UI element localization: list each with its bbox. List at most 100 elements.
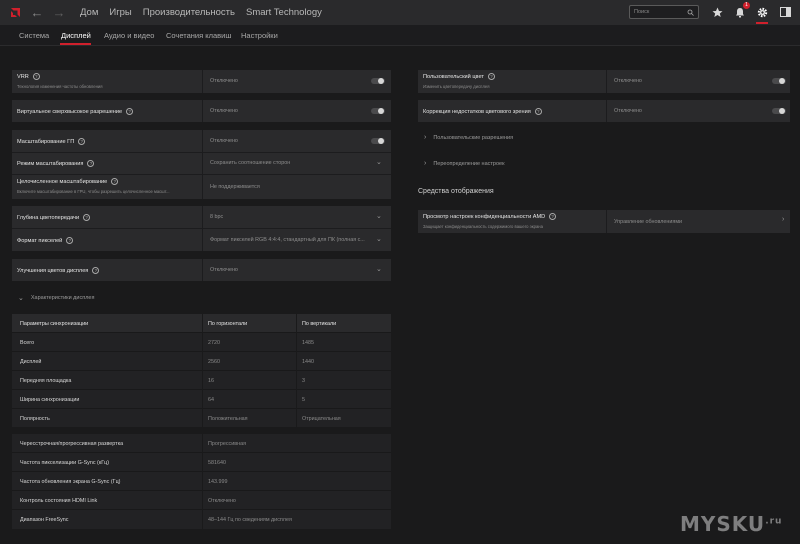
- chevron-right-icon: ›: [424, 134, 427, 141]
- active-gear-indicator: [756, 22, 768, 24]
- notifications-bell-icon[interactable]: 1: [733, 2, 750, 19]
- table-cell: 64: [208, 397, 214, 403]
- table-cell: Прогрессивная: [208, 441, 246, 447]
- table-header-cell: Параметры синхронизации: [20, 321, 89, 327]
- help-icon[interactable]: ?: [534, 108, 542, 115]
- sidebar-panel-icon[interactable]: [778, 5, 792, 19]
- tab-audio-video[interactable]: Аудио и видео: [104, 31, 154, 40]
- custom-color-label: Пользовательский цвет: [423, 73, 484, 80]
- vrr-setting-card: VRR? Технология изменения частоты обновл…: [12, 70, 391, 93]
- forward-arrow-icon[interactable]: →: [48, 5, 70, 20]
- table-cell: Частота пикселизации G-Sync (кГц): [20, 460, 110, 466]
- color-correction-card: Коррекция недостатков цветового зрения? …: [418, 100, 790, 122]
- table-cell: 48–144 Гц по сведениям дисплея: [208, 517, 292, 523]
- pixel-format-label: Формат пикселей: [17, 237, 63, 244]
- privacy-card[interactable]: Просмотр настроек конфиденциальности AMD…: [418, 210, 790, 233]
- help-icon[interactable]: ?: [66, 237, 74, 244]
- table-cell: Чересстрочная/прогрессивная развертка: [20, 441, 124, 447]
- nav-tab-performance[interactable]: Производительность: [143, 7, 235, 18]
- active-tab-indicator: [60, 43, 91, 45]
- integer-scaling-label: Целочисленное масштабирование: [17, 178, 108, 185]
- table-header-cell: По вертикали: [302, 321, 337, 327]
- nav-tab-smart-technology[interactable]: Smart Technology: [246, 7, 322, 18]
- color-enhancement-value[interactable]: Отключено: [210, 267, 238, 273]
- privacy-label: Просмотр настроек конфиденциальности AMD: [423, 213, 546, 220]
- back-arrow-icon[interactable]: ←: [26, 5, 48, 20]
- gpu-scaling-label: Масштабирование ГП: [17, 138, 75, 145]
- color-correction-toggle[interactable]: [772, 108, 786, 114]
- amd-logo-icon[interactable]: [4, 0, 26, 25]
- table-cell: 581640: [208, 460, 226, 466]
- vsr-label: Виртуальное сверхвысокое разрешение: [17, 108, 123, 115]
- chevron-right-icon: ›: [424, 160, 427, 167]
- chevron-down-icon[interactable]: ⌄: [376, 212, 382, 220]
- settings-subtabs: Система Дисплей Аудио и видео Сочетания …: [0, 25, 800, 46]
- table-cell: Отключено: [208, 498, 236, 504]
- help-icon[interactable]: ?: [92, 267, 100, 274]
- table-cell: 1485: [302, 340, 314, 346]
- custom-resolutions-link[interactable]: › Пользовательские разрешения: [424, 134, 513, 141]
- timing-table: Параметры синхронизации По горизонтали П…: [12, 314, 391, 427]
- vrr-toggle[interactable]: [371, 78, 385, 84]
- help-icon[interactable]: ?: [87, 160, 95, 167]
- chevron-down-icon[interactable]: ⌄: [376, 235, 382, 243]
- custom-resolutions-label: Пользовательские разрешения: [433, 134, 514, 141]
- table-cell: Отрицательная: [302, 416, 341, 422]
- gpu-scaling-toggle[interactable]: [371, 138, 385, 144]
- pixel-format-value[interactable]: Формат пикселей RGB 4:4:4, стандартный д…: [210, 237, 370, 243]
- table-cell: Всего: [20, 340, 35, 346]
- custom-color-value: Отключено: [614, 78, 642, 84]
- notification-badge: 1: [743, 2, 750, 9]
- watermark-text: MYSKU: [680, 512, 766, 536]
- table-cell: 16: [208, 378, 214, 384]
- scaling-mode-label: Режим масштабирования: [17, 160, 84, 167]
- chevron-right-icon[interactable]: ›: [782, 216, 784, 223]
- display-tools-heading: Средства отображения: [418, 188, 494, 195]
- settings-override-link[interactable]: › Переопределение настроек: [424, 160, 505, 167]
- tab-system[interactable]: Система: [19, 31, 49, 40]
- help-icon[interactable]: ?: [111, 178, 119, 185]
- chevron-down-icon: ⌄: [18, 295, 24, 302]
- search-placeholder: Поиск: [634, 9, 650, 15]
- tab-display[interactable]: Дисплей: [61, 31, 91, 40]
- chevron-down-icon[interactable]: ⌄: [376, 265, 382, 273]
- help-icon[interactable]: ?: [78, 138, 86, 145]
- site-watermark: MYSKU.ru: [680, 512, 782, 536]
- table-cell: 5: [302, 397, 305, 403]
- help-icon[interactable]: ?: [549, 213, 557, 220]
- help-icon[interactable]: ?: [83, 214, 91, 221]
- custom-color-toggle[interactable]: [772, 78, 786, 84]
- table-cell: 1440: [302, 359, 314, 365]
- scaling-mode-value[interactable]: Сохранить соотношение сторон: [210, 160, 290, 166]
- table-header-cell: По горизонтали: [208, 321, 248, 327]
- search-input[interactable]: Поиск: [629, 5, 699, 19]
- table-cell: Контроль состояния HDMI Link: [20, 498, 98, 504]
- color-depth-value[interactable]: 8 bpc: [210, 214, 223, 220]
- help-icon[interactable]: ?: [126, 108, 134, 115]
- color-format-group: Глубина цветопередачи? 8 bpc ⌄ Формат пи…: [12, 206, 391, 251]
- favorites-star-icon[interactable]: [710, 5, 724, 19]
- help-icon[interactable]: ?: [487, 73, 495, 80]
- top-navigation-bar: ← → Дом Игры Производительность Smart Te…: [0, 0, 800, 25]
- privacy-value[interactable]: Управление обновлениями: [614, 219, 682, 225]
- display-specs-toggle[interactable]: ⌄ Характеристики дисплея: [18, 294, 94, 302]
- custom-color-card: Пользовательский цвет? Изменить цветопер…: [418, 70, 790, 93]
- color-correction-value: Отключено: [614, 108, 642, 114]
- color-correction-label: Коррекция недостатков цветового зрения: [423, 108, 531, 115]
- settings-gear-icon[interactable]: [755, 5, 769, 19]
- display-specs-label: Характеристики дисплея: [30, 295, 95, 301]
- nav-tab-home[interactable]: Дом: [80, 7, 98, 18]
- vrr-value: Отключено: [210, 78, 238, 84]
- tab-preferences[interactable]: Настройки: [241, 31, 278, 40]
- table-cell: Дисплей: [20, 359, 42, 365]
- color-depth-label: Глубина цветопередачи: [17, 214, 80, 221]
- vsr-toggle[interactable]: [371, 108, 385, 114]
- vsr-setting-card: Виртуальное сверхвысокое разрешение? Отк…: [12, 100, 391, 122]
- table-cell: Ширина синхронизации: [20, 397, 80, 403]
- nav-tab-games[interactable]: Игры: [109, 7, 131, 18]
- tab-hotkeys[interactable]: Сочетания клавиш: [166, 31, 231, 40]
- table-cell: Частота обновления экрана G-Sync (Гц): [20, 479, 121, 485]
- chevron-down-icon[interactable]: ⌄: [376, 158, 382, 166]
- help-icon[interactable]: ?: [32, 73, 40, 80]
- vsr-value: Отключено: [210, 108, 238, 114]
